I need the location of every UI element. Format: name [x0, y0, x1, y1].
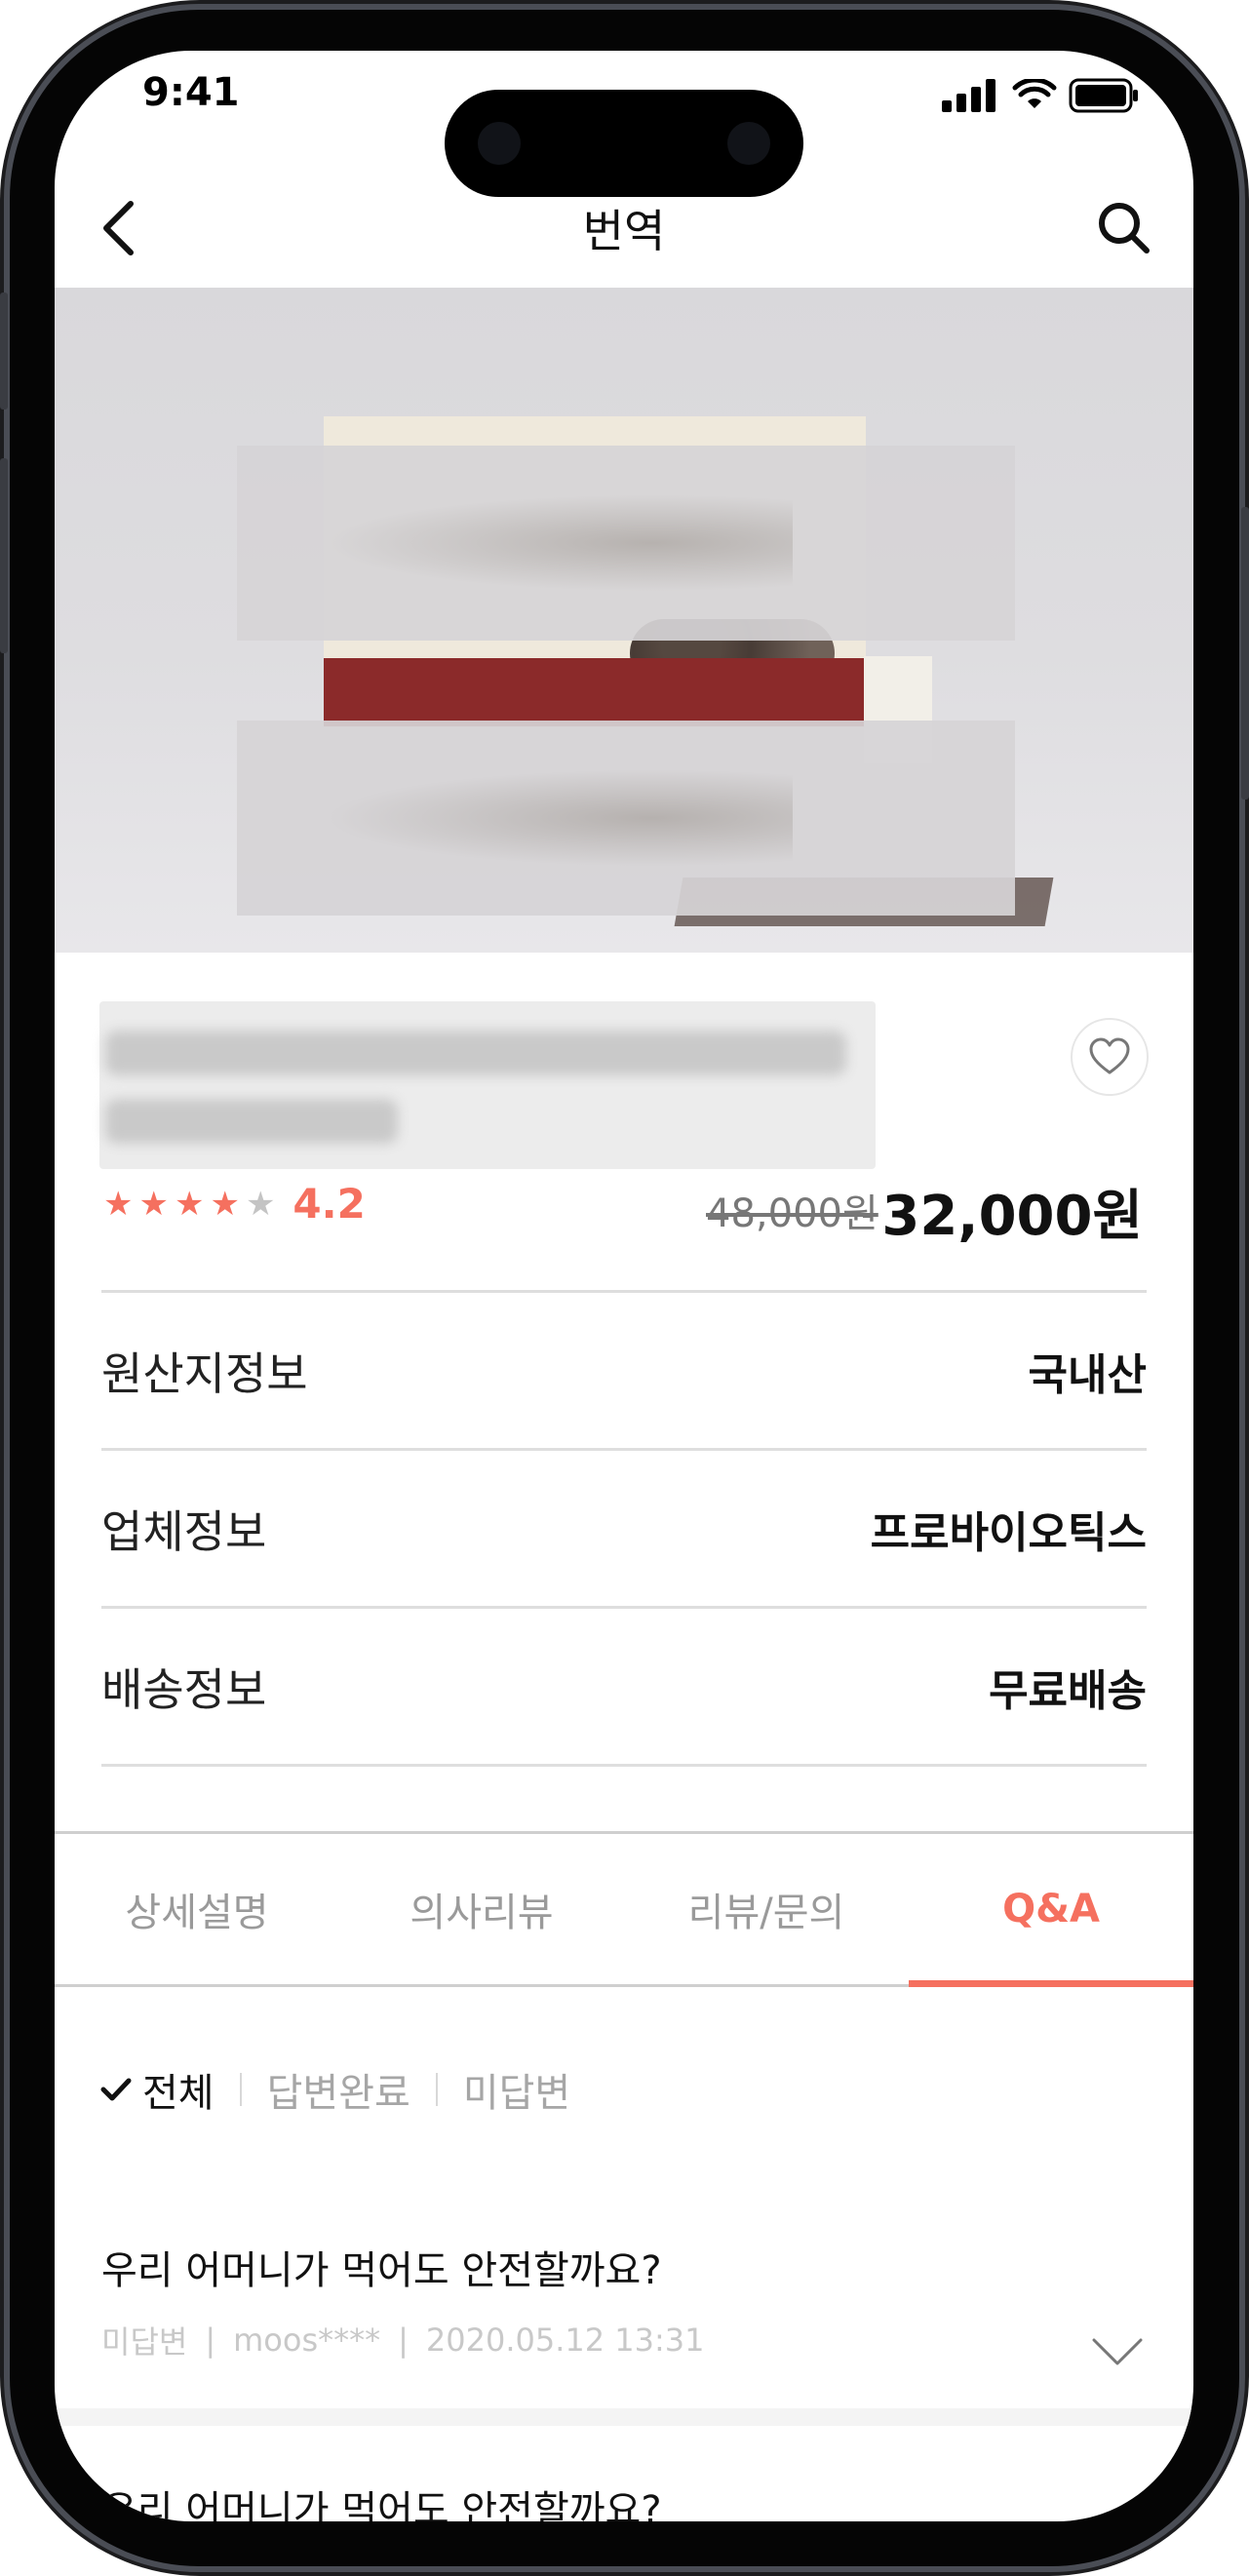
qa-question[interactable]: 우리 어머니가 먹어도 안전할까요?	[101, 2478, 662, 2521]
info-value: 무료배송	[989, 1665, 1147, 1716]
tab-bar: 상세설명 의사리뷰 리뷰/문의 Q&A	[55, 1831, 1193, 1987]
info-row-origin: 원산지정보 국내산	[101, 1290, 1147, 1448]
filter-unanswered[interactable]: 미답변	[463, 2061, 570, 2118]
search-button[interactable]	[1092, 196, 1156, 260]
star-filled-icon: ★	[210, 1184, 240, 1224]
tab-review-inquiry[interactable]: 리뷰/문의	[624, 1834, 909, 1984]
qa-question[interactable]: 우리 어머니가 먹어도 안전할까요?	[101, 2239, 662, 2295]
info-label: 원산지정보	[101, 1347, 308, 1400]
qa-meta: 미답변 | moos**** | 2020.05.12 13:31	[101, 2318, 705, 2362]
rating-value: 4.2	[293, 1180, 366, 1228]
sensor-icon	[727, 122, 770, 165]
status-time: 9:41	[142, 70, 240, 115]
product-title-blurred	[99, 1001, 876, 1169]
heart-icon	[1089, 1037, 1130, 1074]
section-divider	[55, 2408, 1193, 2426]
screen: 9:41 번역 ★ ★ ★ ★ ★ 4.2 48,000원 32,000원 원산…	[55, 51, 1193, 2521]
product-box-band	[324, 658, 866, 726]
tab-doctor-review[interactable]: 의사리뷰	[339, 1834, 624, 1984]
wishlist-button[interactable]	[1071, 1018, 1149, 1096]
info-row-company: 업체정보 프로바이오틱스	[101, 1448, 1147, 1606]
star-rating: ★ ★ ★ ★ ★	[103, 1188, 281, 1221]
divider	[239, 2073, 242, 2106]
divider	[435, 2073, 438, 2106]
chevron-down-icon	[1092, 2338, 1143, 2365]
device-frame: 9:41 번역 ★ ★ ★ ★ ★ 4.2 48,000원 32,000원 원산…	[0, 0, 1249, 2576]
blurred-region	[237, 446, 1015, 641]
side-button-left	[0, 458, 8, 653]
star-filled-icon: ★	[174, 1184, 205, 1224]
check-icon	[100, 2078, 132, 2101]
nav-bar: 번역	[55, 168, 1193, 285]
filter-all[interactable]: 전체	[142, 2061, 215, 2118]
product-image	[55, 288, 1193, 953]
status-icons	[942, 76, 1139, 115]
divider	[101, 1764, 1147, 1767]
search-icon	[1099, 203, 1150, 254]
blurred-region	[237, 721, 1015, 916]
price-sale: 32,000원	[881, 1185, 1143, 1248]
wifi-icon	[1012, 79, 1057, 108]
filter-answered[interactable]: 답변완료	[267, 2061, 410, 2118]
qa-status: 미답변	[101, 2323, 188, 2361]
battery-icon	[1069, 78, 1138, 113]
side-button-right	[1241, 507, 1249, 800]
tab-qa[interactable]: Q&A	[909, 1834, 1193, 1987]
page-title: 번역	[582, 205, 666, 257]
tab-detail[interactable]: 상세설명	[55, 1834, 339, 1984]
qa-date: 2020.05.12 13:31	[425, 2322, 705, 2359]
qa-filter: 전체 답변완료 미답변	[99, 2061, 570, 2118]
info-value: 국내산	[1028, 1349, 1147, 1400]
star-filled-icon: ★	[138, 1184, 169, 1224]
price-original: 48,000원	[706, 1191, 878, 1236]
info-label: 업체정보	[101, 1504, 267, 1558]
info-row-shipping: 배송정보 무료배송	[101, 1606, 1147, 1764]
star-filled-icon: ★	[103, 1184, 134, 1224]
expand-button[interactable]	[1090, 2332, 1145, 2371]
info-label: 배송정보	[101, 1662, 267, 1716]
side-button-left	[0, 293, 8, 410]
divider: |	[205, 2322, 216, 2359]
info-value: 프로바이오틱스	[870, 1507, 1147, 1558]
rating: ★ ★ ★ ★ ★ 4.2	[103, 1180, 366, 1228]
qa-user: moos****	[233, 2322, 381, 2359]
signal-icon	[942, 79, 995, 112]
camera-icon	[478, 122, 521, 165]
star-empty-icon: ★	[245, 1184, 276, 1224]
divider: |	[398, 2322, 409, 2359]
